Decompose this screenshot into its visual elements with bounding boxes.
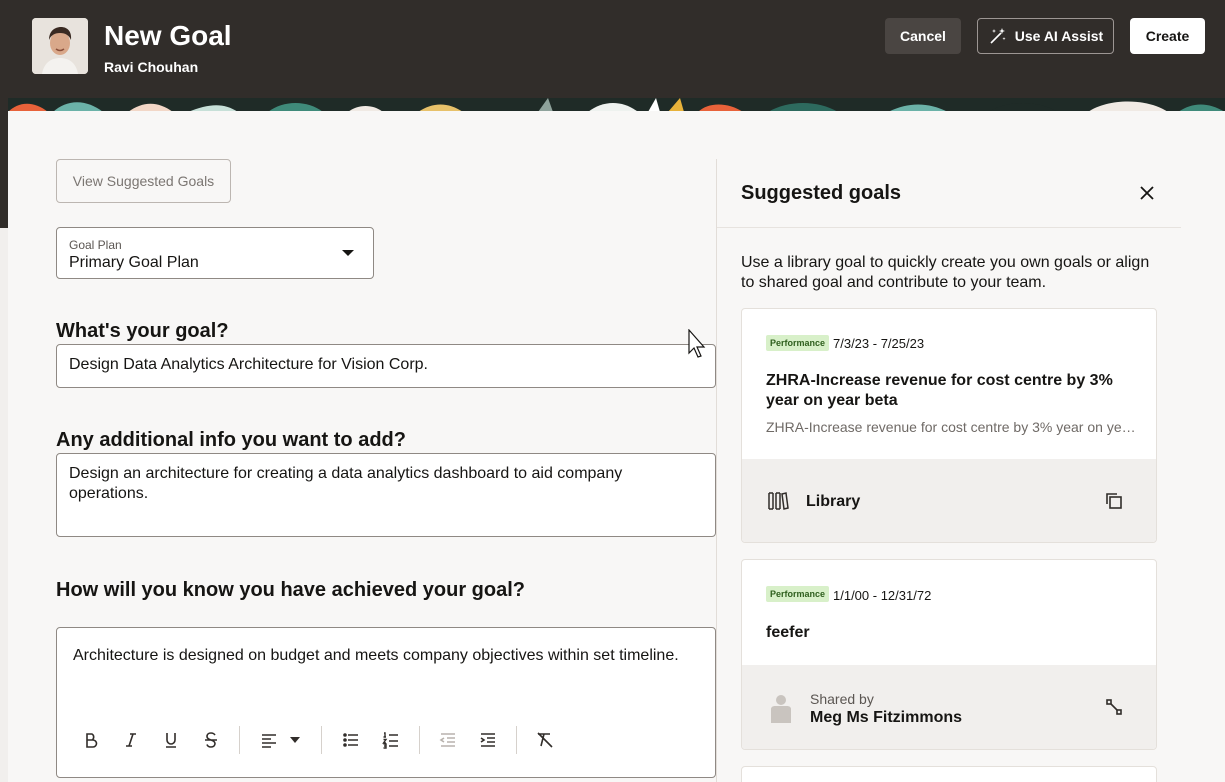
numbered-list-icon[interactable]	[380, 729, 402, 751]
bulleted-list-icon[interactable]	[340, 729, 362, 751]
person-icon	[768, 693, 794, 723]
ai-assist-label: Use AI Assist	[1014, 28, 1104, 44]
panel-title: Suggested goals	[741, 182, 902, 204]
cancel-button[interactable]: Cancel	[885, 18, 961, 54]
toolbar-divider	[516, 726, 517, 754]
status-badge: Performance	[766, 586, 830, 602]
chevron-down-icon[interactable]	[284, 729, 306, 751]
goal-plan-select[interactable]: Goal Plan Primary Goal Plan	[56, 227, 374, 279]
goal-title: feefer	[766, 624, 810, 641]
create-button[interactable]: Create	[1130, 18, 1205, 54]
goal-plan-label: Goal Plan	[69, 238, 122, 252]
italic-icon[interactable]	[120, 729, 142, 751]
align-goal-icon[interactable]	[1102, 695, 1126, 719]
toolbar-divider	[239, 726, 240, 754]
achieve-rich-text-editor[interactable]: Architecture is designed on budget and m…	[56, 627, 716, 778]
achieve-text: Architecture is designed on budget and m…	[73, 647, 679, 664]
close-icon[interactable]	[1135, 181, 1159, 205]
toolbar-divider	[419, 726, 420, 754]
goal-input[interactable]: Design Data Analytics Architecture for V…	[56, 344, 716, 388]
goal-card[interactable]: Performance 1/1/00 - 12/31/72 feefer Sha…	[741, 559, 1157, 750]
goal-description: ZHRA-Increase revenue for cost centre by…	[766, 419, 1136, 435]
status-badge: Performance	[766, 335, 830, 351]
library-label: Library	[806, 493, 861, 510]
magic-wand-icon	[988, 26, 1008, 46]
goal-plan-value: Primary Goal Plan	[69, 254, 199, 271]
decorative-banner	[8, 98, 1225, 112]
underline-icon[interactable]	[160, 729, 182, 751]
toolbar-divider	[321, 726, 322, 754]
user-name: Ravi Chouhan	[104, 59, 199, 75]
panel-divider	[717, 227, 1181, 228]
mouse-cursor-icon	[688, 328, 708, 364]
strikethrough-icon[interactable]	[200, 729, 222, 751]
achieve-question: How will you know you have achieved your…	[56, 579, 525, 601]
info-textarea[interactable]: Design an architecture for creating a da…	[56, 453, 716, 537]
goal-title: ZHRA-Increase revenue for cost centre by…	[766, 372, 1113, 409]
view-suggested-label: View Suggested Goals	[72, 173, 215, 189]
goal-card[interactable]: Performance 7/3/23 - 7/25/23 ZHRA-Increa…	[741, 308, 1157, 543]
goal-question: What's your goal?	[56, 320, 229, 342]
indent-icon[interactable]	[477, 729, 499, 751]
bold-icon[interactable]	[80, 729, 102, 751]
library-icon	[766, 489, 790, 513]
panel-description: Use a library goal to quickly create you…	[741, 254, 1150, 291]
ai-assist-button[interactable]: Use AI Assist	[977, 18, 1114, 54]
shared-by-label: Shared by	[810, 691, 874, 707]
goal-card-footer: Shared by Meg Ms Fitzimmons	[742, 665, 1156, 749]
page-title: New Goal	[104, 20, 232, 51]
view-suggested-goals-button[interactable]: View Suggested Goals	[56, 159, 231, 203]
copy-icon[interactable]	[1102, 489, 1126, 513]
create-label: Create	[1145, 28, 1190, 44]
outdent-icon[interactable]	[437, 729, 459, 751]
avatar	[32, 18, 88, 74]
shared-by-name: Meg Ms Fitzimmons	[810, 709, 963, 726]
goal-dates: 7/3/23 - 7/25/23	[833, 336, 925, 351]
goal-card[interactable]	[741, 766, 1157, 782]
clear-format-icon[interactable]	[534, 729, 556, 751]
goal-card-footer: Library	[742, 459, 1156, 542]
align-left-icon[interactable]	[258, 729, 280, 751]
chevron-down-icon	[342, 250, 354, 256]
goal-dates: 1/1/00 - 12/31/72	[833, 588, 932, 603]
info-question: Any additional info you want to add?	[56, 429, 406, 451]
cancel-label: Cancel	[900, 28, 946, 44]
